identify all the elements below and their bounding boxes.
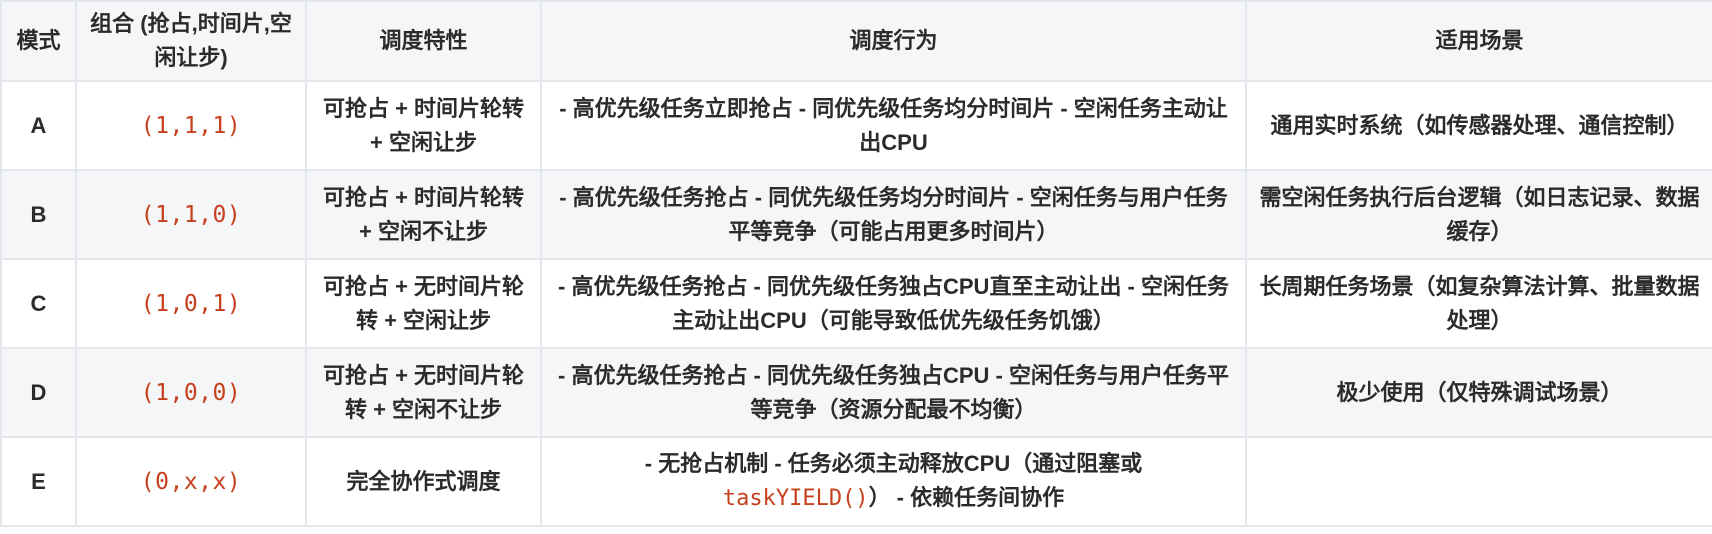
- cell-mode: D: [0, 347, 77, 438]
- table-row: A (1,1,1) 可抢占 + 时间片轮转 + 空闲让步 - 高优先级任务立即抢…: [0, 80, 1712, 171]
- cell-scenario: [1245, 436, 1712, 527]
- cell-scenario: 需空闲任务执行后台逻辑（如日志记录、数据缓存）: [1245, 169, 1712, 260]
- cell-traits: 可抢占 + 时间片轮转 + 空闲不让步: [305, 169, 542, 260]
- cell-scenario: 极少使用（仅特殊调试场景）: [1245, 347, 1712, 438]
- cell-behavior: - 高优先级任务抢占 - 同优先级任务均分时间片 - 空闲任务与用户任务平等竞争…: [540, 169, 1247, 260]
- combo-code: (1,1,0): [140, 201, 242, 228]
- table-row: D (1,0,0) 可抢占 + 无时间片轮转 + 空闲不让步 - 高优先级任务抢…: [0, 347, 1712, 438]
- combo-code: (1,0,0): [140, 379, 242, 406]
- behavior-text-post: ） - 依赖任务间协作: [868, 485, 1065, 510]
- cell-behavior: - 高优先级任务抢占 - 同优先级任务独占CPU - 空闲任务与用户任务平等竞争…: [540, 347, 1247, 438]
- cell-behavior: - 高优先级任务抢占 - 同优先级任务独占CPU直至主动让出 - 空闲任务主动让…: [540, 258, 1247, 349]
- cell-scenario: 通用实时系统（如传感器处理、通信控制）: [1245, 80, 1712, 171]
- combo-code: (1,1,1): [140, 112, 242, 139]
- cell-scenario: 长周期任务场景（如复杂算法计算、批量数据处理）: [1245, 258, 1712, 349]
- table-row: E (0,x,x) 完全协作式调度 - 无抢占机制 - 任务必须主动释放CPU（…: [0, 436, 1712, 527]
- cell-mode: B: [0, 169, 77, 260]
- header-mode: 模式: [0, 0, 77, 82]
- cell-behavior: - 无抢占机制 - 任务必须主动释放CPU（通过阻塞或 taskYIELD()） …: [540, 436, 1247, 527]
- header-behavior: 调度行为: [540, 0, 1247, 82]
- cell-combo: (1,0,1): [75, 258, 307, 349]
- header-combo: 组合 (抢占,时间片,空闲让步): [75, 0, 307, 82]
- behavior-text-pre: - 无抢占机制 - 任务必须主动释放CPU（通过阻塞或: [644, 451, 1143, 476]
- cell-mode: C: [0, 258, 77, 349]
- cell-combo: (0,x,x): [75, 436, 307, 527]
- cell-traits: 完全协作式调度: [305, 436, 542, 527]
- cell-traits: 可抢占 + 无时间片轮转 + 空闲让步: [305, 258, 542, 349]
- combo-code: (0,x,x): [140, 468, 242, 495]
- table-header-row: 模式 组合 (抢占,时间片,空闲让步) 调度特性 调度行为 适用场景: [0, 0, 1712, 82]
- header-scenario: 适用场景: [1245, 0, 1712, 82]
- table-row: C (1,0,1) 可抢占 + 无时间片轮转 + 空闲让步 - 高优先级任务抢占…: [0, 258, 1712, 349]
- table-row: B (1,1,0) 可抢占 + 时间片轮转 + 空闲不让步 - 高优先级任务抢占…: [0, 169, 1712, 260]
- cell-mode: A: [0, 80, 77, 171]
- behavior-code: taskYIELD(): [722, 486, 869, 511]
- cell-combo: (1,0,0): [75, 347, 307, 438]
- cell-combo: (1,1,1): [75, 80, 307, 171]
- scheduling-modes-table: 模式 组合 (抢占,时间片,空闲让步) 调度特性 调度行为 适用场景 A (1,…: [0, 0, 1712, 527]
- cell-mode: E: [0, 436, 77, 527]
- cell-traits: 可抢占 + 时间片轮转 + 空闲让步: [305, 80, 542, 171]
- cell-traits: 可抢占 + 无时间片轮转 + 空闲不让步: [305, 347, 542, 438]
- header-traits: 调度特性: [305, 0, 542, 82]
- cell-behavior: - 高优先级任务立即抢占 - 同优先级任务均分时间片 - 空闲任务主动让出CPU: [540, 80, 1247, 171]
- cell-combo: (1,1,0): [75, 169, 307, 260]
- combo-code: (1,0,1): [140, 290, 242, 317]
